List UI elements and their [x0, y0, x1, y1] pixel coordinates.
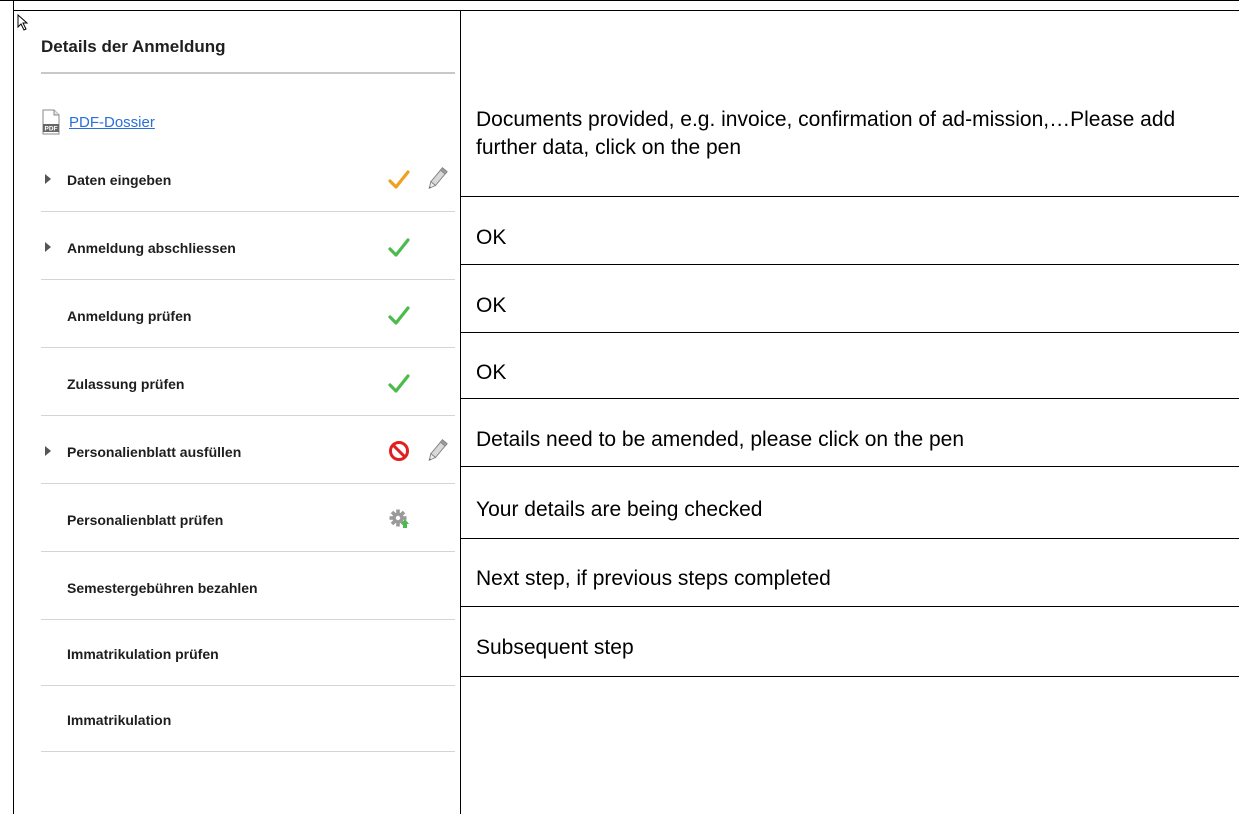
step-divider — [41, 279, 455, 280]
step-row[interactable]: Personalienblatt ausfüllen — [41, 418, 455, 484]
step-label: Zulassung prüfen — [67, 376, 185, 392]
step-label: Personalienblatt ausfüllen — [67, 444, 242, 460]
step-row[interactable]: Anmeldung abschliessen — [41, 214, 455, 280]
expand-caret-icon[interactable] — [45, 446, 51, 456]
step-row[interactable]: Daten eingeben — [41, 146, 455, 212]
check-icon — [388, 238, 410, 257]
panel-title: Details der Anmeldung — [41, 37, 226, 56]
row-divider — [461, 398, 1239, 399]
step-label: Anmeldung prüfen — [67, 308, 192, 324]
table-column-divider — [460, 10, 461, 814]
expand-caret-icon[interactable] — [45, 242, 51, 252]
row-divider — [461, 676, 1239, 677]
table-top-border — [13, 10, 1239, 11]
step-description: OK — [476, 294, 507, 317]
step-description: OK — [476, 226, 507, 249]
row-divider — [461, 196, 1239, 197]
step-row: Semestergebühren bezahlen — [41, 554, 455, 620]
row-divider — [461, 332, 1239, 333]
step-description: Subsequent step — [476, 636, 634, 659]
svg-text:PDF: PDF — [45, 126, 58, 133]
step-description: Next step, if previous steps completed — [476, 567, 831, 590]
step-divider — [41, 751, 455, 752]
check-icon — [388, 374, 410, 393]
check-icon — [388, 306, 410, 325]
top-border — [0, 0, 1239, 1]
step-label: Immatrikulation — [67, 712, 172, 728]
step-row: Anmeldung prüfen — [41, 282, 455, 348]
row-divider — [461, 606, 1239, 607]
step-divider — [41, 415, 455, 416]
step-row: Immatrikulation — [41, 686, 455, 752]
step-divider — [41, 347, 455, 348]
step-description: Your details are being checked — [476, 498, 763, 521]
step-label: Semestergebühren bezahlen — [67, 580, 258, 596]
expand-caret-icon[interactable] — [45, 174, 51, 184]
step-divider — [41, 211, 455, 212]
step-label: Immatrikulation prüfen — [67, 646, 219, 662]
step-description: Documents provided, e.g. invoice, confir… — [476, 108, 1176, 159]
pdf-dossier-row[interactable]: PDF PDF-Dossier — [41, 108, 155, 136]
pdf-file-icon: PDF — [42, 109, 60, 135]
edit-pencil-icon[interactable] — [424, 165, 450, 193]
mouse-cursor-icon — [17, 14, 29, 31]
table-left-border — [13, 0, 14, 814]
step-row: Personalienblatt prüfen — [41, 486, 455, 552]
step-row: Zulassung prüfen — [41, 350, 455, 416]
step-label: Daten eingeben — [67, 172, 172, 188]
step-description: OK — [476, 361, 507, 384]
blocked-icon — [389, 441, 409, 461]
pdf-dossier-link[interactable]: PDF-Dossier — [69, 114, 155, 131]
title-divider — [41, 72, 455, 74]
step-row: Immatrikulation prüfen — [41, 620, 455, 686]
step-description: Details need to be amended, please click… — [476, 428, 964, 451]
step-divider — [41, 551, 455, 552]
edit-pencil-icon[interactable] — [424, 437, 450, 465]
row-divider — [461, 264, 1239, 265]
partial-check-icon — [388, 170, 410, 189]
row-divider — [461, 538, 1239, 539]
step-label: Anmeldung abschliessen — [67, 240, 236, 256]
step-divider — [41, 483, 455, 484]
step-label: Personalienblatt prüfen — [67, 512, 224, 528]
row-divider — [461, 466, 1239, 467]
processing-gear-icon — [389, 509, 409, 528]
